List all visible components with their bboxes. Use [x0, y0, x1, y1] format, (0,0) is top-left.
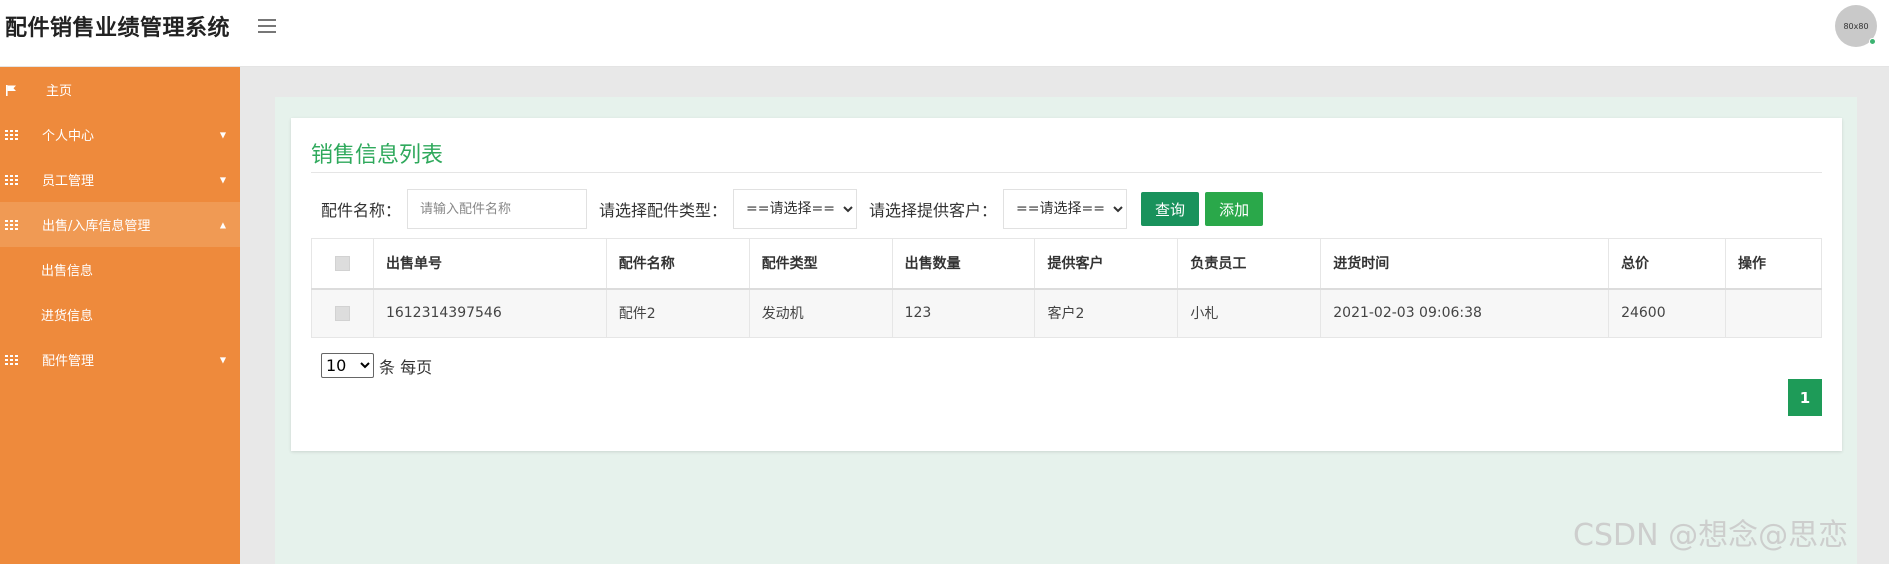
- table-cell: 发动机: [748, 288, 893, 338]
- sidebar-item-label: 出售/入库信息管理: [42, 219, 151, 234]
- part-name-label: 配件名称：: [321, 201, 402, 220]
- part-name-input[interactable]: [407, 189, 588, 229]
- customer-label: 请选择提供客户：: [869, 201, 998, 220]
- select-all-checkbox[interactable]: [334, 255, 350, 271]
- table-row[interactable]: 1612314397546 配件2 发动机 123 客户2 小札 2021-02…: [311, 288, 1823, 338]
- app-title: 配件销售业绩管理系统: [5, 16, 231, 41]
- avatar[interactable]: 80x80: [1835, 5, 1877, 47]
- grid-icon: [4, 174, 18, 186]
- grid-icon: [4, 219, 18, 231]
- sidebar-item-employee-management[interactable]: 员工管理 ▼: [0, 157, 240, 202]
- row-checkbox-cell: [311, 288, 374, 338]
- table-cell: 小札: [1177, 288, 1322, 338]
- divider: [311, 172, 1822, 173]
- page-size-suffix: 条 每页: [379, 357, 433, 377]
- add-button[interactable]: 添加: [1205, 192, 1264, 226]
- flag-icon: [4, 84, 18, 96]
- column-header: 提供客户: [1034, 238, 1179, 289]
- table-cell: 客户2: [1034, 288, 1179, 338]
- online-status-dot: [1869, 38, 1876, 45]
- top-header: 配件销售业绩管理系统 80x80: [0, 0, 1889, 67]
- column-header: 进货时间: [1320, 238, 1610, 289]
- sidebar-item-label: 主页: [46, 84, 73, 99]
- row-checkbox[interactable]: [334, 305, 350, 321]
- sidebar-subitem-sales-info[interactable]: 出售信息: [0, 247, 240, 292]
- pagination-page-button[interactable]: 1: [1788, 379, 1822, 416]
- hamburger-menu-icon[interactable]: [258, 15, 280, 37]
- sidebar-item-personal-center[interactable]: 个人中心 ▼: [0, 112, 240, 157]
- column-header: 配件类型: [748, 238, 893, 289]
- sales-list-card: 销售信息列表 配件名称： 请选择配件类型： ==请选择== 请选择提供客户： =…: [291, 118, 1842, 451]
- page-size-control: 10 条 每页: [321, 353, 432, 378]
- caret-down-icon: ▼: [219, 355, 226, 364]
- caret-up-icon: ▲: [219, 220, 226, 229]
- query-button[interactable]: 查询: [1141, 192, 1200, 226]
- sales-table: 出售单号 配件名称 配件类型 出售数量 提供客户 负责员工 进货时间 总价 操作…: [311, 238, 1823, 338]
- page-size-select[interactable]: 10: [321, 353, 374, 378]
- table-cell: 配件2: [605, 288, 750, 338]
- column-header: 出售数量: [891, 238, 1036, 289]
- sidebar-item-parts-management[interactable]: 配件管理 ▼: [0, 337, 240, 382]
- column-header: 配件名称: [605, 238, 750, 289]
- page-title: 销售信息列表: [311, 143, 444, 168]
- column-header: 负责员工: [1177, 238, 1322, 289]
- avatar-placeholder-text: 80x80: [1843, 21, 1869, 31]
- grid-icon: [4, 129, 18, 141]
- caret-down-icon: ▼: [219, 130, 226, 139]
- filter-bar: 配件名称： 请选择配件类型： ==请选择== 请选择提供客户： ==请选择== …: [321, 189, 1264, 229]
- sidebar-item-label: 配件管理: [42, 354, 95, 369]
- table-cell: 123: [891, 288, 1036, 338]
- table-header-row: 出售单号 配件名称 配件类型 出售数量 提供客户 负责员工 进货时间 总价 操作: [311, 238, 1823, 289]
- customer-select[interactable]: ==请选择==: [1003, 189, 1128, 229]
- sidebar-item-label: 个人中心: [42, 129, 95, 144]
- table-cell: 2021-02-03 09:06:38: [1320, 288, 1610, 338]
- sidebar-item-sales-stock-management[interactable]: 出售/入库信息管理 ▲: [0, 202, 240, 247]
- part-type-select[interactable]: ==请选择==: [733, 189, 858, 229]
- table-cell: 24600: [1608, 288, 1726, 338]
- column-header: 操作: [1724, 238, 1823, 289]
- grid-icon: [4, 354, 18, 366]
- sidebar: 主页 个人中心 ▼ 员工管理 ▼ 出售/入库信息管理 ▲ 出售信息 进货信息 配…: [0, 67, 240, 564]
- column-header: 总价: [1608, 238, 1726, 289]
- table-actions-cell: [1724, 288, 1823, 338]
- table-cell: 1612314397546: [372, 288, 607, 338]
- select-all-checkbox-cell: [311, 238, 374, 289]
- column-header: 出售单号: [372, 238, 607, 289]
- caret-down-icon: ▼: [219, 175, 226, 184]
- watermark: CSDN @想念@思恋: [1573, 518, 1849, 553]
- sidebar-subitem-purchase-info[interactable]: 进货信息: [0, 292, 240, 337]
- sidebar-item-label: 员工管理: [42, 174, 95, 189]
- sidebar-item-home[interactable]: 主页: [0, 67, 240, 112]
- part-type-label: 请选择配件类型：: [599, 201, 728, 220]
